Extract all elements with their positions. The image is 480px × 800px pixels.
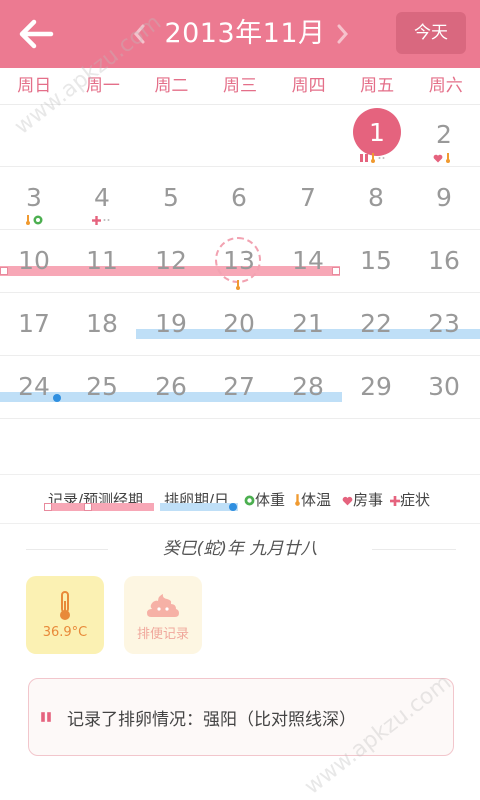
day-cell[interactable]: 9 xyxy=(410,183,478,213)
legend-weight: 体重 xyxy=(244,489,285,510)
calendar-legend: 记录/预测经期 排卵期/日 体重 体温 房事 症状 xyxy=(0,474,480,524)
heart-icon xyxy=(433,154,443,162)
day-cell[interactable]: 3 xyxy=(0,183,68,213)
day-1-markers xyxy=(360,153,386,163)
temperature-value: 36.9°C xyxy=(42,624,88,640)
next-month-button[interactable] xyxy=(332,18,354,50)
weight-icon xyxy=(33,215,43,225)
day-3-markers xyxy=(25,215,43,225)
ovulation-test-icon xyxy=(41,712,51,722)
day-cell[interactable]: 1 xyxy=(343,118,411,148)
day-cell[interactable]: 6 xyxy=(205,183,273,213)
day-cell[interactable]: 5 xyxy=(137,183,205,213)
day-cell[interactable]: 28 xyxy=(274,372,342,402)
thermometer-icon xyxy=(295,494,300,506)
day-cell[interactable]: 17 xyxy=(0,309,68,339)
day-cell[interactable]: 30 xyxy=(410,372,478,402)
lunar-date: 癸巳(蛇)年 九月廿八 xyxy=(162,539,318,559)
thermometer-icon xyxy=(60,590,70,620)
weekday-mon: 周一 xyxy=(85,76,120,96)
day-cell[interactable]: 7 xyxy=(274,183,342,213)
record-text: 记录了排卵情况：强阳（比对照线深） xyxy=(67,710,356,730)
day-cell[interactable]: 27 xyxy=(205,372,273,402)
weekday-fri: 周五 xyxy=(360,76,395,96)
more-dots-icon xyxy=(103,219,110,221)
weekday-sat: 周六 xyxy=(428,76,463,96)
thermometer-icon xyxy=(371,153,375,163)
chevron-left-icon xyxy=(134,24,145,44)
legend-ovulation-swatch xyxy=(160,503,238,511)
day-4-markers xyxy=(92,215,111,225)
legend-symptom: 症状 xyxy=(390,489,430,510)
day-cell[interactable]: 4 xyxy=(68,183,136,213)
day-cell[interactable]: 19 xyxy=(137,309,205,339)
divider-left xyxy=(26,549,108,550)
day-cell[interactable]: 23 xyxy=(410,309,478,339)
legend-ovulation-dot xyxy=(229,503,237,511)
legend-temperature-label: 体温 xyxy=(301,491,332,509)
symptom-cross-icon xyxy=(390,496,400,506)
back-arrow-icon xyxy=(19,19,54,49)
stool-icon xyxy=(147,593,179,617)
back-button[interactable] xyxy=(14,14,58,54)
today-button[interactable]: 今天 xyxy=(396,12,466,54)
legend-period-swatch-cap xyxy=(84,503,92,511)
weekday-sun: 周日 xyxy=(17,76,52,96)
day-cell[interactable]: 16 xyxy=(410,246,478,276)
legend-intimacy: 房事 xyxy=(342,489,383,510)
day-cell[interactable]: 24 xyxy=(0,372,68,402)
legend-period-swatch-cap xyxy=(44,503,52,511)
day-cell[interactable]: 29 xyxy=(342,372,410,402)
day-cell[interactable]: 21 xyxy=(274,309,342,339)
day-cell[interactable]: 20 xyxy=(205,309,273,339)
row-divider xyxy=(0,229,480,230)
weekday-header: 周日 周一 周二 周三 周四 周五 周六 xyxy=(0,68,480,105)
row-divider xyxy=(0,418,480,419)
day-13-markers xyxy=(235,280,241,290)
record-entry[interactable]: 记录了排卵情况：强阳（比对照线深） xyxy=(28,678,454,756)
legend-weight-label: 体重 xyxy=(255,491,286,509)
day-cell[interactable]: 2 xyxy=(410,120,478,150)
divider-right xyxy=(372,549,456,550)
day-2-markers xyxy=(433,153,451,163)
chevron-right-icon xyxy=(337,24,348,44)
day-cell[interactable]: 25 xyxy=(68,372,136,402)
temperature-card[interactable]: 36.9°C xyxy=(26,576,104,654)
legend-intimacy-label: 房事 xyxy=(353,491,384,509)
day-cell[interactable]: 15 xyxy=(342,246,410,276)
row-divider xyxy=(0,166,480,167)
day-cell[interactable]: 14 xyxy=(274,246,342,276)
row-divider xyxy=(0,292,480,293)
weight-icon xyxy=(244,495,255,506)
legend-period-swatch xyxy=(46,503,154,511)
stool-record-label: 排便记录 xyxy=(136,626,189,642)
day-cell[interactable]: 12 xyxy=(137,246,205,276)
day-cell[interactable]: 10 xyxy=(0,246,68,276)
legend-temperature: 体温 xyxy=(294,489,331,510)
ovulation-test-icon xyxy=(360,154,368,162)
heart-icon xyxy=(342,496,353,506)
row-divider xyxy=(0,355,480,356)
symptom-cross-icon xyxy=(92,215,101,225)
day-cell[interactable]: 26 xyxy=(137,372,205,402)
thermometer-icon xyxy=(26,215,30,225)
day-cell[interactable]: 18 xyxy=(68,309,136,339)
prev-month-button[interactable] xyxy=(128,18,150,50)
weekday-tue: 周二 xyxy=(154,76,189,96)
day-cell[interactable]: 8 xyxy=(342,183,410,213)
day-cell[interactable]: 13 xyxy=(205,246,273,276)
weekday-thu: 周四 xyxy=(291,76,326,96)
thermometer-icon xyxy=(446,153,450,163)
weekday-wed: 周三 xyxy=(223,76,258,96)
more-dots-icon xyxy=(378,157,385,159)
day-cell[interactable]: 11 xyxy=(68,246,136,276)
day-cell[interactable]: 22 xyxy=(342,309,410,339)
thermometer-icon xyxy=(236,280,240,290)
month-title: 2013年11月 xyxy=(164,18,326,49)
header-bar: 2013年11月 今天 xyxy=(0,0,480,68)
stool-record-card[interactable]: 排便记录 xyxy=(124,576,202,654)
legend-symptom-label: 症状 xyxy=(400,491,431,509)
